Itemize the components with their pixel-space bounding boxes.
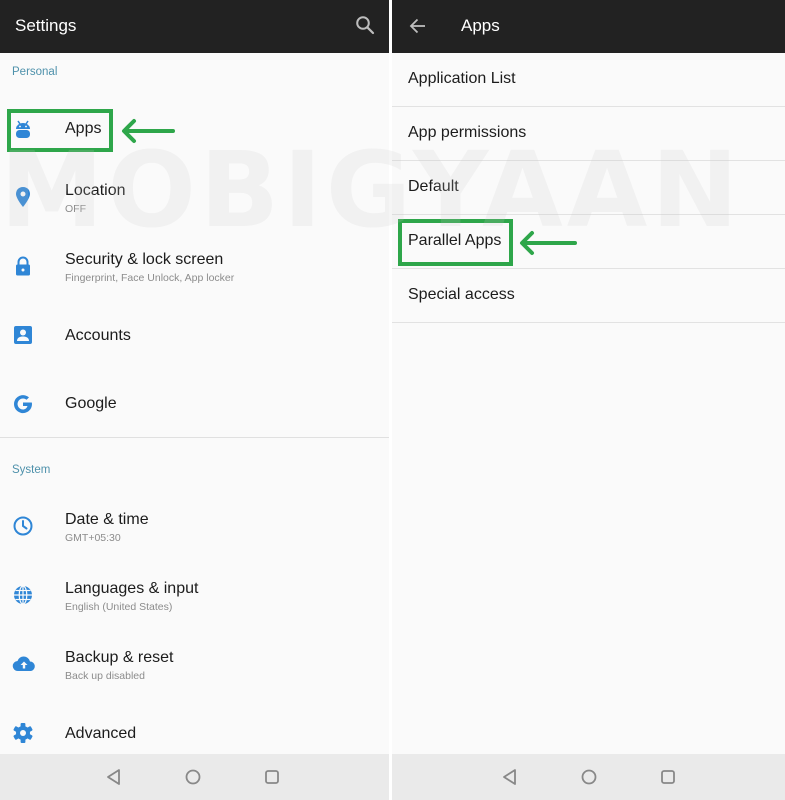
account-box-icon — [12, 324, 34, 346]
page-title: Apps — [461, 16, 500, 35]
recents-nav-icon[interactable] — [658, 767, 678, 787]
apps-item-label: Special access — [408, 286, 515, 303]
settings-item-summary: Fingerprint, Face Unlock, App locker — [65, 272, 235, 284]
settings-item-backup[interactable]: Backup & reset Back up disabled — [0, 638, 389, 698]
apps-item-label: Application List — [408, 70, 516, 87]
settings-item-label: Apps — [65, 120, 102, 137]
back-nav-icon[interactable] — [500, 767, 520, 787]
apps-item-default[interactable]: Default — [392, 161, 785, 215]
settings-item-label: Location — [65, 182, 126, 199]
settings-item-apps[interactable]: Apps — [0, 100, 389, 160]
system-nav-bar — [0, 754, 389, 800]
google-g-icon — [12, 393, 34, 415]
globe-icon — [12, 584, 34, 606]
apps-item-label: App permissions — [408, 124, 527, 141]
apps-item-parallel-apps[interactable]: Parallel Apps — [392, 215, 785, 269]
settings-item-security[interactable]: Security & lock screen Fingerprint, Face… — [0, 240, 389, 300]
apps-item-application-list[interactable]: Application List — [392, 53, 785, 107]
home-nav-icon[interactable] — [579, 767, 599, 787]
apps-item-label: Parallel Apps — [408, 232, 502, 249]
settings-panel: Settings Personal Apps Location OFF Secu… — [0, 0, 389, 800]
cloud-upload-icon — [12, 653, 35, 675]
settings-item-summary: GMT+05:30 — [65, 532, 121, 544]
page-title: Settings — [15, 16, 77, 35]
apps-item-special-access[interactable]: Special access — [392, 269, 785, 323]
apps-app-bar: Apps — [392, 0, 785, 53]
settings-item-google[interactable]: Google — [0, 374, 389, 434]
recents-nav-icon[interactable] — [262, 767, 282, 787]
home-nav-icon[interactable] — [183, 767, 203, 787]
system-nav-bar — [392, 754, 785, 800]
apps-item-label: Default — [408, 178, 459, 195]
settings-item-label: Advanced — [65, 725, 137, 742]
android-icon — [12, 119, 34, 141]
settings-item-summary: OFF — [65, 203, 86, 215]
settings-item-label: Google — [65, 395, 117, 412]
back-nav-icon[interactable] — [104, 767, 124, 787]
settings-item-label: Date & time — [65, 511, 149, 528]
gear-icon — [12, 722, 34, 744]
section-divider — [0, 437, 389, 438]
settings-item-label: Security & lock screen — [65, 251, 224, 268]
settings-item-languages[interactable]: Languages & input English (United States… — [0, 569, 389, 629]
clock-icon — [12, 515, 34, 537]
apps-panel: Apps Application List App permissions De… — [392, 0, 785, 800]
section-label-system: System — [12, 464, 51, 476]
lock-icon — [12, 255, 34, 277]
settings-item-label: Backup & reset — [65, 649, 174, 666]
settings-item-location[interactable]: Location OFF — [0, 170, 389, 230]
settings-item-summary: Back up disabled — [65, 670, 145, 682]
search-icon[interactable] — [355, 15, 375, 35]
settings-item-date-time[interactable]: Date & time GMT+05:30 — [0, 500, 389, 560]
apps-item-app-permissions[interactable]: App permissions — [392, 107, 785, 161]
section-label-personal: Personal — [12, 66, 58, 78]
arrow-back-icon[interactable] — [409, 17, 427, 35]
location-pin-icon — [12, 186, 34, 208]
settings-item-accounts[interactable]: Accounts — [0, 305, 389, 365]
settings-item-label: Languages & input — [65, 580, 199, 597]
settings-item-label: Accounts — [65, 327, 131, 344]
settings-item-summary: English (United States) — [65, 601, 173, 613]
settings-app-bar: Settings — [0, 0, 389, 53]
